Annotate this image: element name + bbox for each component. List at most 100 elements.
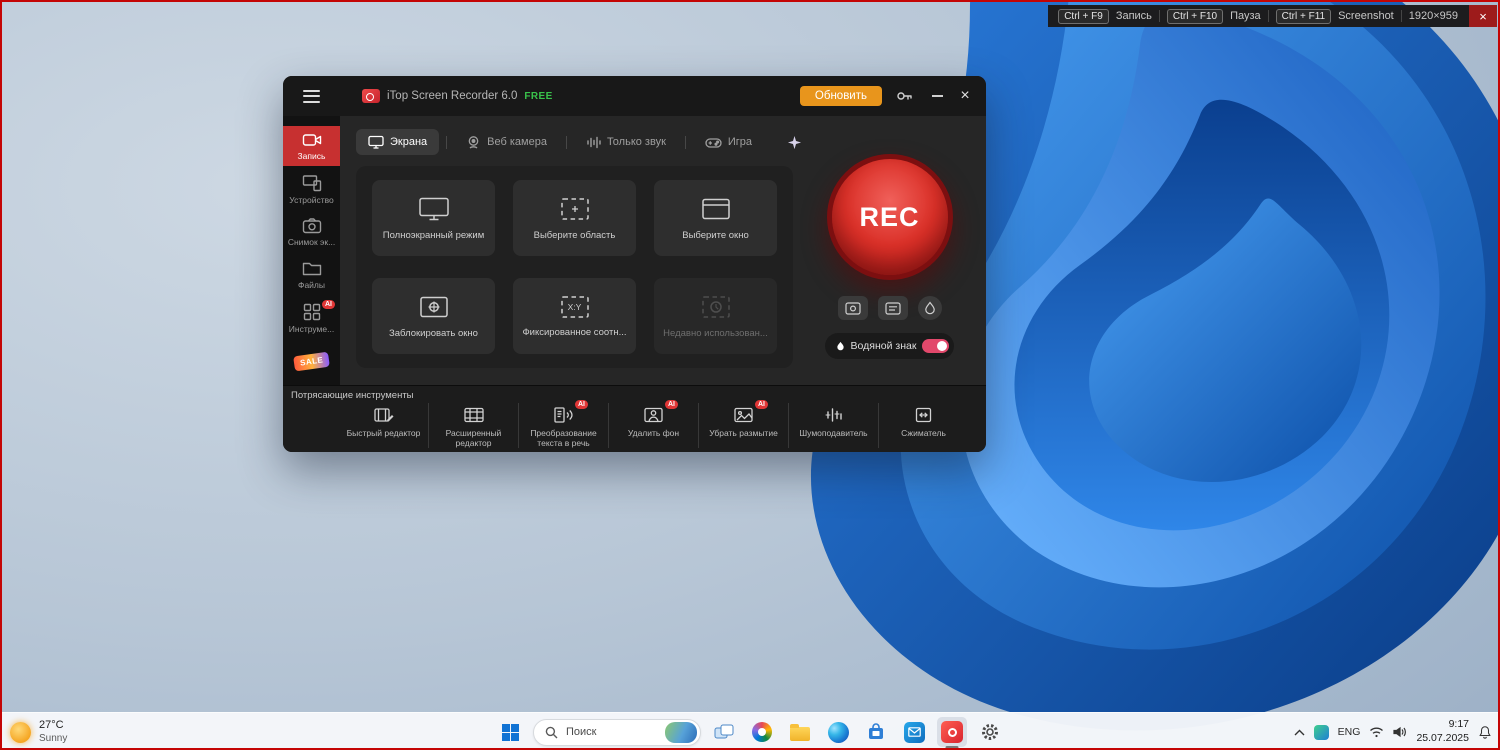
hotkey-record-label: Запись: [1115, 10, 1152, 22]
watermark-toggle[interactable]: [922, 339, 950, 353]
history-icon: [701, 295, 730, 318]
sidebar-item-files[interactable]: Файлы: [283, 255, 340, 295]
screenshot-tool-button[interactable]: [837, 296, 868, 320]
close-icon: ×: [960, 87, 970, 104]
mode-label: Полноэкранный режим: [382, 229, 485, 241]
network-icon[interactable]: [1369, 726, 1384, 738]
clock[interactable]: 9:17 25.07.2025: [1416, 718, 1469, 745]
weather-widget[interactable]: 27°C Sunny: [10, 713, 67, 750]
license-key-icon[interactable]: [895, 88, 913, 104]
photos-icon: [752, 722, 772, 742]
mode-select-area[interactable]: Выберите область: [513, 180, 636, 256]
license-badge: FREE: [524, 90, 553, 102]
taskbar-center: Поиск: [495, 713, 1005, 750]
mode-recently-used: Недавно использован...: [654, 278, 777, 354]
tab-game[interactable]: Игра: [693, 130, 764, 155]
watermark-drop-button[interactable]: [917, 296, 942, 320]
close-button[interactable]: ×: [950, 83, 980, 109]
tool-remove-blur[interactable]: AI Убрать размытие: [698, 399, 788, 448]
taskbar-icon-itop-recorder[interactable]: [937, 717, 967, 749]
tab-screen[interactable]: Экрана: [356, 129, 440, 155]
audio-bars-icon: [587, 136, 601, 148]
sidebar-item-record[interactable]: Запись: [283, 126, 340, 167]
taskbar-icon-file-explorer[interactable]: [785, 717, 815, 747]
tool-noise-suppressor[interactable]: Шумоподавитель: [788, 402, 878, 448]
mode-label: Выберите окно: [682, 229, 749, 241]
camera-icon: [302, 218, 321, 234]
menu-button[interactable]: [283, 89, 340, 103]
update-button[interactable]: Обновить: [799, 86, 882, 106]
tools-header: Потрясающие инструменты: [291, 389, 414, 401]
ai-badge: AI: [322, 300, 335, 310]
fixed-ratio-icon: X:Y: [560, 295, 590, 319]
language-indicator[interactable]: ENG: [1338, 726, 1361, 738]
tool-text-to-speech[interactable]: AI Преобразование текста в речь: [518, 399, 608, 448]
taskbar-icon-photos[interactable]: [747, 717, 777, 747]
tools-section: Потрясающие инструменты Быстрый редактор…: [283, 384, 986, 452]
mode-fixed-ratio[interactable]: X:Y Фиксированное соотн...: [513, 278, 636, 354]
edge-icon: [827, 721, 849, 743]
devices-icon: [302, 174, 321, 191]
video-camera-icon: [302, 133, 321, 146]
tool-remove-background[interactable]: AI Удалить фон: [608, 399, 698, 448]
sidebar-item-device[interactable]: Устройство: [283, 169, 340, 209]
taskbar-icon-task-view[interactable]: [709, 717, 739, 747]
mode-select-window[interactable]: Выберите окно: [654, 180, 777, 256]
text-to-speech-icon: AI: [554, 399, 588, 425]
watermark-control[interactable]: Водяной знак: [824, 333, 955, 359]
volume-icon[interactable]: [1393, 726, 1407, 738]
mode-label: Фиксированное соотн...: [522, 326, 627, 338]
active-app-indicator: [945, 746, 959, 749]
sidebar-item-sale[interactable]: SALE: [283, 342, 340, 382]
taskbar-icon-mail[interactable]: [899, 717, 929, 747]
start-button[interactable]: [495, 717, 525, 747]
divider: [1158, 10, 1160, 22]
ai-badge: AI: [575, 399, 588, 409]
task-list-icon: [884, 301, 901, 315]
sidebar-item-screenshot[interactable]: Снимок эк...: [283, 212, 340, 252]
window-titlebar: iTop Screen Recorder 6.0 FREE Обновить ×: [283, 76, 986, 116]
system-tray: ENG 9:17 25.07.2025: [1294, 713, 1492, 750]
mode-label: Заблокировать окно: [389, 327, 478, 339]
tab-label: Веб камера: [487, 136, 547, 148]
tool-advanced-editor[interactable]: Расширенный редактор: [428, 402, 518, 448]
app-logo-icon: [362, 89, 380, 103]
sidebar-item-label: Снимок эк...: [287, 237, 336, 248]
notifications-icon[interactable]: [1478, 725, 1492, 739]
minimize-button[interactable]: [924, 83, 950, 109]
toggle-knob: [937, 341, 948, 351]
watermark-label: Водяной знак: [850, 340, 917, 352]
record-button[interactable]: REC: [826, 154, 953, 280]
overlay-close-button[interactable]: ×: [1469, 5, 1497, 27]
tray-app-icon[interactable]: [1313, 724, 1329, 740]
hotkey-pause-label: Пауза: [1230, 10, 1261, 22]
taskbar-icon-edge[interactable]: [823, 717, 853, 747]
lock-window-icon: [419, 296, 448, 317]
tool-label: Убрать размытие: [709, 427, 778, 438]
record-button-label: REC: [859, 201, 920, 232]
mode-lock-window[interactable]: Заблокировать окно: [372, 278, 495, 354]
tool-compressor[interactable]: Сжиматель: [878, 402, 968, 448]
tray-chevron-icon[interactable]: [1294, 729, 1305, 736]
tab-label: Игра: [727, 136, 753, 148]
mode-fullscreen[interactable]: Полноэкранный режим: [372, 180, 495, 256]
tab-audio-only[interactable]: Только звук: [574, 129, 678, 156]
tab-webcam[interactable]: Веб камера: [454, 129, 559, 156]
task-list-button[interactable]: [877, 296, 908, 320]
divider: [1400, 10, 1402, 22]
taskbar-icon-settings[interactable]: [975, 717, 1005, 747]
hotkey-screenshot-label: Screenshot: [1338, 10, 1394, 22]
tool-quick-editor[interactable]: Быстрый редактор: [339, 403, 428, 448]
tab-label: Экрана: [390, 136, 428, 148]
divider: [684, 135, 686, 149]
sidebar-item-tools[interactable]: AI Инструме...: [283, 298, 340, 338]
tray-date: 25.07.2025: [1416, 732, 1469, 744]
quick-editor-icon: [373, 405, 394, 425]
taskbar-search[interactable]: Поиск: [533, 718, 701, 746]
recorder-hotkey-bar: Ctrl + F9 Запись Ctrl + F10 Пауза Ctrl +…: [1048, 5, 1497, 27]
taskbar-icon-store[interactable]: [861, 717, 891, 747]
mode-label: Выберите область: [533, 229, 616, 241]
settings-gear-icon: [982, 724, 998, 740]
tool-label: Сжиматель: [901, 427, 946, 438]
ai-sparkle-icon[interactable]: [787, 135, 802, 150]
